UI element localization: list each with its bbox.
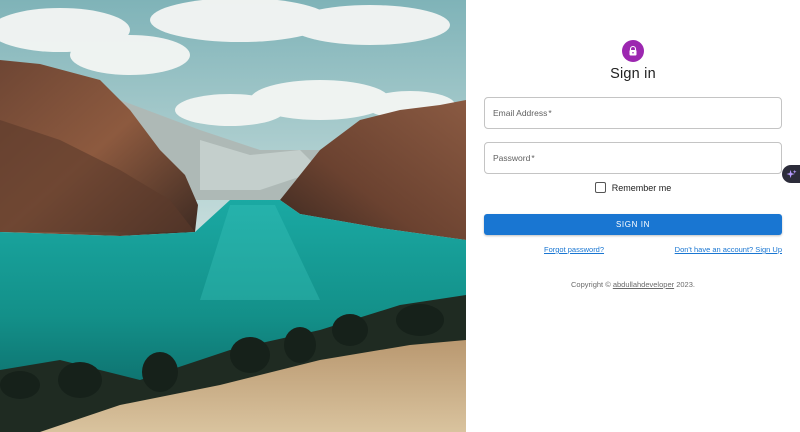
signin-panel: Sign in Email Address * Password * Remem… (466, 0, 800, 432)
forgot-password-link[interactable]: Forgot password? (544, 245, 604, 254)
page-title: Sign in (610, 66, 656, 82)
remember-checkbox[interactable] (594, 182, 606, 193)
copyright-prefix: Copyright © (571, 280, 613, 289)
copyright: Copyright © abdullahdeveloper 2023. (466, 280, 800, 289)
sparkle-icon (785, 169, 797, 178)
avatar (622, 40, 644, 62)
remember-label: Remember me (611, 182, 672, 193)
remember-me[interactable]: Remember me (466, 182, 800, 193)
hero-image (0, 0, 466, 432)
copyright-author-link[interactable]: abdullahdeveloper (613, 280, 674, 289)
signup-link[interactable]: Don't have an account? Sign Up (675, 245, 782, 254)
assistant-button[interactable] (782, 165, 800, 183)
lock-icon (629, 45, 637, 56)
signin-button[interactable]: Sign In (484, 214, 782, 235)
password-field[interactable]: Password * (484, 142, 782, 174)
copyright-suffix: 2023. (674, 280, 695, 289)
email-field[interactable]: Email Address * (484, 97, 782, 129)
